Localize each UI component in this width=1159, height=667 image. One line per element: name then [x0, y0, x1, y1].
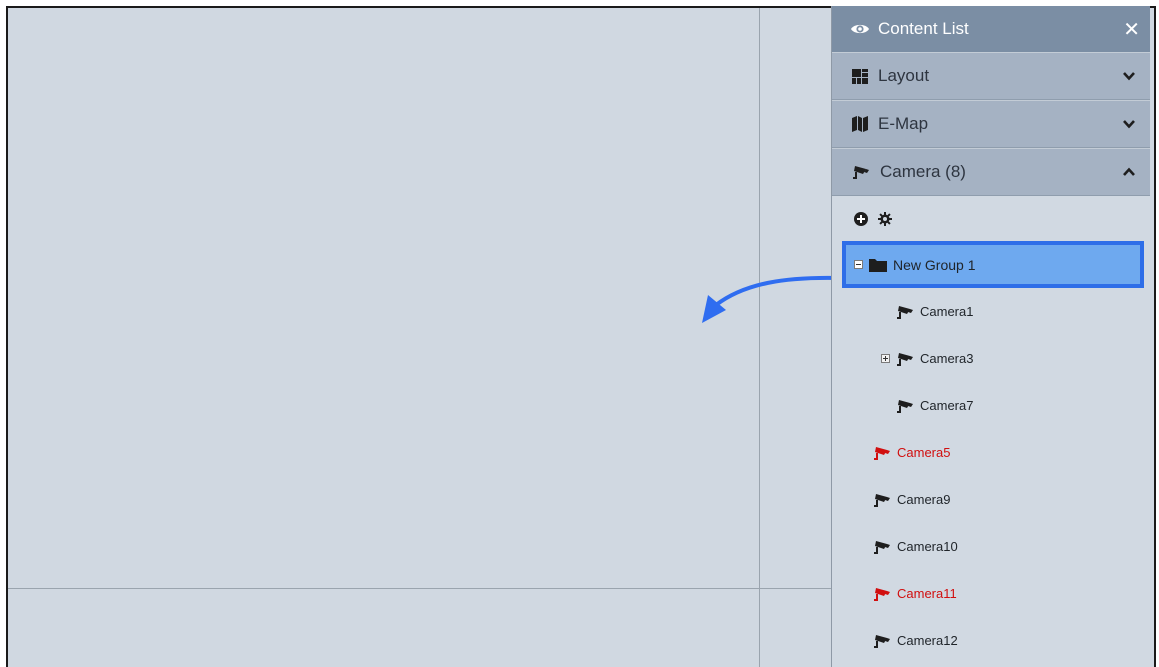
- tree-label: Camera1: [920, 304, 974, 319]
- section-camera[interactable]: Camera (8): [832, 148, 1150, 196]
- tree-item-camera-offline[interactable]: Camera5: [832, 429, 1150, 476]
- camera-icon: [874, 634, 890, 648]
- camera-icon: [897, 399, 913, 413]
- tree-item-camera[interactable]: Camera9: [832, 476, 1150, 523]
- camera-icon: [897, 305, 913, 319]
- add-circle-icon[interactable]: [854, 211, 868, 226]
- grid-divider-vertical: [759, 8, 760, 667]
- chevron-down-icon[interactable]: [1122, 69, 1136, 83]
- chevron-down-icon[interactable]: [1122, 117, 1136, 131]
- tree-label: Camera12: [897, 633, 958, 648]
- camera-toolbar: [832, 196, 1150, 241]
- expand-icon[interactable]: [881, 354, 890, 363]
- camera-offline-icon: [874, 446, 890, 460]
- close-icon[interactable]: ✕: [1123, 17, 1140, 42]
- tree-label: Camera5: [897, 445, 951, 460]
- tree-label: Camera9: [897, 492, 951, 507]
- grid-divider-horizontal: [8, 588, 838, 589]
- camera-icon: [874, 493, 890, 507]
- gear-icon[interactable]: [878, 211, 892, 226]
- panel-header: Content List ✕: [832, 6, 1150, 52]
- camera-icon: [874, 540, 890, 554]
- tree-label: Camera11: [897, 586, 957, 601]
- camera-offline-icon: [874, 587, 890, 601]
- panel-title: Content List: [878, 19, 969, 38]
- map-icon: [852, 116, 868, 132]
- tree-label: Camera3: [920, 351, 974, 366]
- eye-icon: [851, 24, 869, 34]
- tree-label: Camera7: [920, 398, 974, 413]
- tree-item-camera-offline[interactable]: Camera11: [832, 570, 1150, 617]
- tree-label: New Group 1: [893, 256, 976, 273]
- section-label: E-Map: [878, 114, 929, 133]
- section-emap[interactable]: E-Map: [832, 100, 1150, 148]
- content-list-panel: Content List ✕ Layout E-Map Camera (8) N…: [831, 6, 1150, 667]
- collapse-icon[interactable]: [854, 260, 863, 269]
- tree-group-new-group-1[interactable]: New Group 1: [842, 241, 1144, 288]
- tree-item-camera[interactable]: Camera12: [832, 617, 1150, 664]
- folder-icon: [869, 258, 887, 272]
- section-label: Camera (8): [880, 162, 966, 181]
- tree-item-camera[interactable]: Camera1: [832, 288, 1150, 335]
- chevron-up-icon[interactable]: [1122, 165, 1136, 179]
- section-label: Layout: [878, 66, 930, 85]
- camera-icon: [853, 166, 869, 179]
- drag-arrow-indicator: [702, 275, 840, 323]
- tree-item-camera[interactable]: Camera10: [832, 523, 1150, 570]
- section-layout[interactable]: Layout: [832, 52, 1150, 100]
- layout-icon: [852, 68, 868, 84]
- camera-icon: [897, 352, 913, 366]
- tree-item-camera[interactable]: Camera7: [832, 382, 1150, 429]
- tree-label: Camera10: [897, 539, 958, 554]
- tree-item-camera[interactable]: Camera3: [832, 335, 1150, 382]
